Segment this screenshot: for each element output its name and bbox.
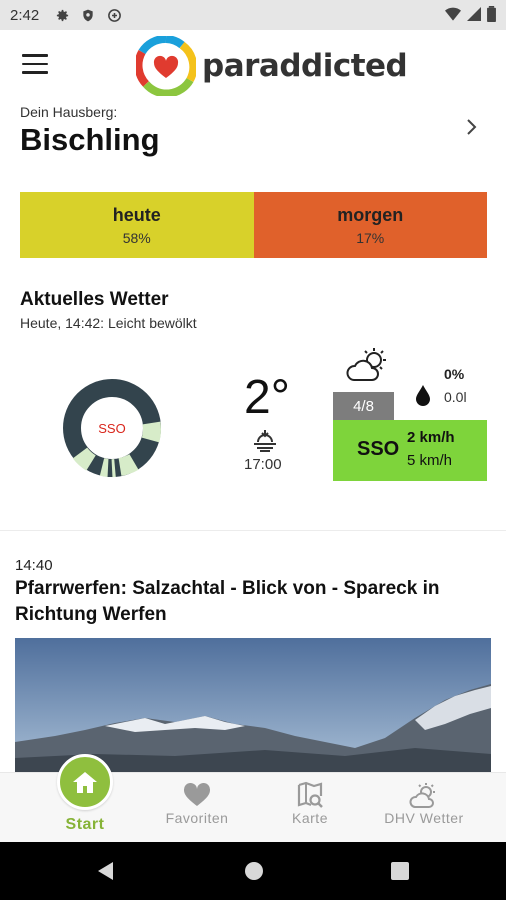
- webcam-title: Pfarrwerfen: Salzachtal - Blick von - Sp…: [15, 578, 440, 625]
- battery-icon: [487, 6, 496, 26]
- wind-rose: SSO: [63, 379, 161, 478]
- section-divider: [0, 530, 506, 531]
- hausberg-name: Bischling: [20, 122, 160, 157]
- wind-speed: 2 km/h: [407, 429, 455, 446]
- home-system-icon[interactable]: [244, 861, 264, 881]
- partly-cloudy-icon: [346, 348, 386, 381]
- cloud-cover: 4/8: [333, 392, 394, 420]
- nav-favoriten[interactable]: Favoriten: [152, 773, 242, 843]
- shield-icon: [79, 6, 97, 24]
- system-navigation-bar: [0, 842, 506, 900]
- forecast-today-percent: 58%: [122, 229, 151, 246]
- brand-name: paraddicted: [202, 48, 408, 84]
- precipitation-amount: 0.0l: [444, 389, 467, 405]
- home-icon: [73, 772, 97, 793]
- nav-karte[interactable]: Karte: [275, 773, 345, 843]
- wifi-icon: [445, 7, 461, 25]
- weather-subtitle: Heute, 14:42: Leicht bewölkt: [20, 315, 197, 331]
- forecast-tomorrow-label: morgen: [337, 204, 404, 225]
- nav-dhv-wetter-label: DHV Wetter: [384, 810, 464, 826]
- wind-direction: SSO: [357, 438, 400, 460]
- raindrop-icon: [416, 385, 430, 406]
- signal-icon: [467, 7, 481, 25]
- wind-gust: 5 km/h: [407, 452, 453, 469]
- webcam-image[interactable]: [15, 638, 491, 772]
- flyability-forecast: heute 58% morgen 17%: [20, 192, 487, 258]
- nav-karte-label: Karte: [292, 810, 328, 826]
- wind-rose-label: SSO: [98, 421, 125, 436]
- hamburger-menu-icon[interactable]: [22, 54, 48, 74]
- nav-start-label: Start: [65, 816, 105, 833]
- back-icon[interactable]: [96, 861, 116, 881]
- nav-dhv-wetter[interactable]: DHV Wetter: [372, 773, 476, 843]
- map-search-icon: [297, 781, 323, 808]
- heart-icon: [183, 783, 211, 806]
- nav-favoriten-label: Favoriten: [165, 810, 229, 826]
- settings-gear-icon: [53, 6, 71, 24]
- forecast-today[interactable]: heute 58%: [20, 192, 254, 258]
- webcam-time: 14:40: [15, 557, 53, 574]
- forecast-tomorrow[interactable]: morgen 17%: [253, 192, 487, 258]
- forecast-today-label: heute: [112, 204, 161, 225]
- temperature: 2°: [244, 371, 290, 424]
- status-bar: 2:42: [0, 0, 506, 30]
- status-time: 2:42: [10, 6, 40, 24]
- logo-mark-icon: [136, 36, 196, 96]
- weather-title: Aktuelles Wetter: [20, 289, 169, 310]
- wind-panel: SSO 2 km/h 5 km/h: [333, 420, 487, 481]
- data-saver-icon: [105, 6, 123, 24]
- sunset-time: 17:00: [244, 456, 282, 473]
- hausberg-label: Dein Hausberg:: [20, 104, 118, 120]
- chevron-right-icon[interactable]: [466, 118, 478, 136]
- forecast-tomorrow-percent: 17%: [356, 229, 385, 246]
- sunset-icon: [254, 430, 276, 452]
- recents-icon[interactable]: [391, 862, 409, 880]
- precipitation-percent: 0%: [444, 366, 465, 382]
- app-header: paraddicted: [0, 30, 506, 98]
- hausberg-selector[interactable]: Dein Hausberg: Bischling: [20, 104, 490, 164]
- paraddicted-logo: paraddicted: [136, 36, 408, 96]
- weather-icon: [409, 783, 435, 808]
- home-button[interactable]: [57, 754, 113, 810]
